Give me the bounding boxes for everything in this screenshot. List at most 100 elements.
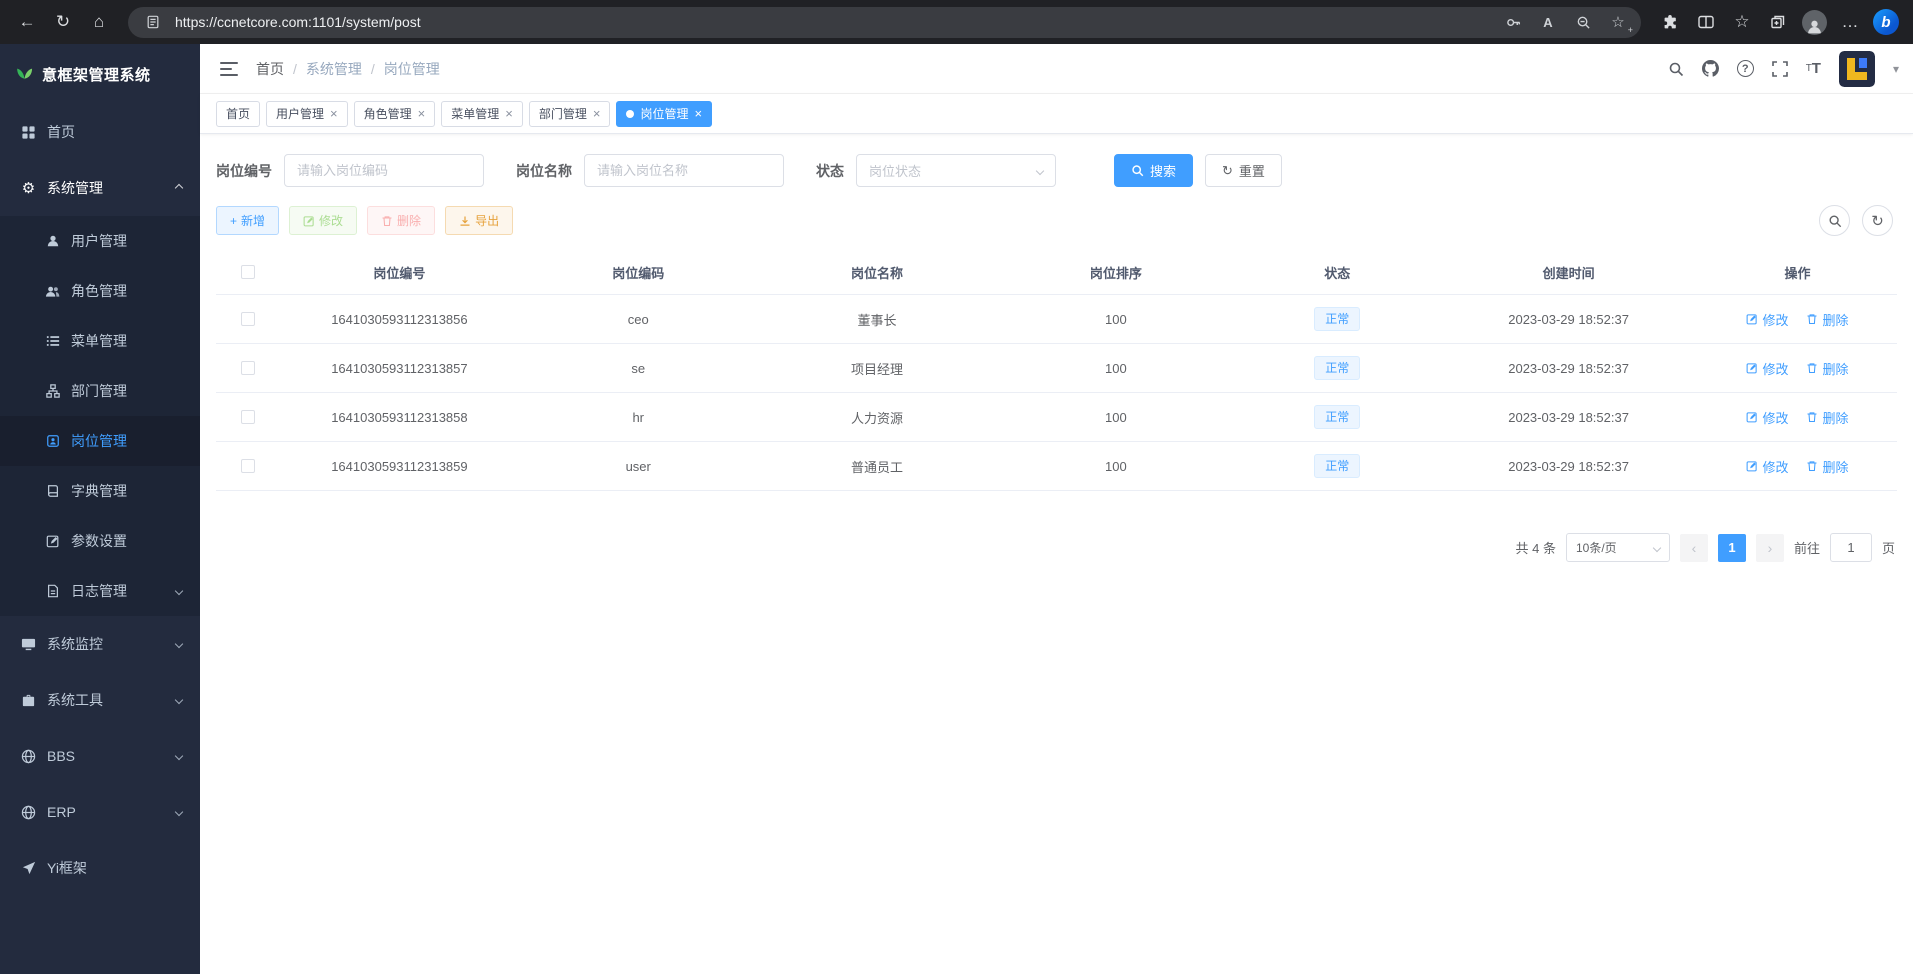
tab-departments[interactable]: 部门管理× — [529, 101, 611, 127]
user-avatar[interactable] — [1839, 51, 1875, 87]
row-delete-link[interactable]: 删除 — [1806, 457, 1848, 476]
address-bar[interactable]: https://ccnetcore.com:1101/system/post A… — [128, 7, 1641, 38]
help-icon[interactable]: ? — [1737, 60, 1754, 77]
select-all-checkbox[interactable] — [241, 265, 255, 279]
sidebar-item-label: Yi框架 — [47, 858, 87, 878]
sidebar-item-label: 岗位管理 — [71, 431, 127, 451]
chevron-down-icon — [175, 587, 183, 595]
sidebar-toggle-icon[interactable] — [220, 62, 238, 76]
tab-roles[interactable]: 角色管理× — [354, 101, 436, 127]
zoom-out-icon[interactable] — [1570, 9, 1596, 35]
tags-view-bar: 首页 用户管理 × 角色管理× 菜单管理× 部门管理× 岗位管理× — [200, 94, 1913, 134]
back-icon[interactable]: ← — [10, 5, 44, 39]
browser-menu-icon[interactable]: … — [1833, 5, 1867, 39]
status-badge: 正常 — [1314, 356, 1360, 380]
post-name-input[interactable] — [597, 163, 771, 178]
github-icon[interactable] — [1702, 60, 1719, 77]
tab-home[interactable]: 首页 — [216, 101, 260, 127]
globe-icon — [20, 749, 37, 764]
row-checkbox[interactable] — [241, 312, 255, 326]
refresh-table-icon[interactable]: ↻ — [1862, 205, 1893, 236]
post-id-input[interactable] — [297, 163, 471, 178]
edit-button[interactable]: 修改 — [289, 206, 357, 235]
sidebar-item-label: 首页 — [47, 122, 75, 142]
edit-button-label: 修改 — [319, 212, 343, 229]
sidebar-item-yi-framework[interactable]: Yi框架 — [0, 840, 200, 896]
row-delete-link[interactable]: 删除 — [1806, 408, 1848, 427]
close-icon[interactable]: × — [593, 107, 601, 120]
delete-button[interactable]: 删除 — [367, 206, 435, 235]
tab-label: 用户管理 — [276, 105, 324, 122]
tab-menus[interactable]: 菜单管理× — [441, 101, 523, 127]
favorites-icon[interactable]: ☆ — [1725, 5, 1759, 39]
read-aloud-icon[interactable]: A — [1535, 9, 1561, 35]
close-icon[interactable]: × — [505, 107, 513, 120]
extensions-icon[interactable] — [1653, 5, 1687, 39]
page-1-button[interactable]: 1 — [1718, 534, 1746, 562]
user-icon — [44, 234, 61, 248]
close-icon[interactable]: × — [694, 107, 702, 120]
sidebar-item-departments[interactable]: 部门管理 — [0, 366, 200, 416]
bing-icon[interactable]: b — [1869, 5, 1903, 39]
sidebar-item-posts[interactable]: 岗位管理 — [0, 416, 200, 466]
header-search-icon[interactable] — [1668, 61, 1684, 77]
row-edit-link[interactable]: 修改 — [1746, 457, 1788, 476]
row-edit-link[interactable]: 修改 — [1746, 359, 1788, 378]
url-text[interactable]: https://ccnetcore.com:1101/system/post — [175, 14, 1491, 30]
row-delete-link[interactable]: 删除 — [1806, 310, 1848, 329]
sidebar-item-system[interactable]: ⚙ 系统管理 — [0, 160, 200, 216]
prev-page-button[interactable]: ‹ — [1680, 534, 1708, 562]
site-info-icon[interactable] — [140, 9, 166, 35]
chevron-down-icon — [175, 696, 183, 704]
split-screen-icon[interactable] — [1689, 5, 1723, 39]
sidebar-item-dictionary[interactable]: 字典管理 — [0, 466, 200, 516]
sidebar-item-users[interactable]: 用户管理 — [0, 216, 200, 266]
breadcrumb-home[interactable]: 首页 — [256, 59, 284, 79]
row-edit-link[interactable]: 修改 — [1746, 408, 1788, 427]
add-button[interactable]: + 新增 — [216, 206, 279, 235]
toggle-search-icon[interactable] — [1819, 205, 1850, 236]
row-edit-link[interactable]: 修改 — [1746, 310, 1788, 329]
send-icon — [20, 861, 37, 875]
page-size-select[interactable]: 10条/页 — [1566, 533, 1670, 562]
row-checkbox[interactable] — [241, 410, 255, 424]
cell-post-id: 1641030593112313857 — [280, 361, 519, 376]
row-checkbox[interactable] — [241, 361, 255, 375]
row-checkbox[interactable] — [241, 459, 255, 473]
browser-home-icon[interactable]: ⌂ — [82, 5, 116, 39]
add-favorite-icon[interactable]: ☆+ — [1605, 9, 1631, 35]
roles-icon — [44, 284, 61, 299]
search-button[interactable]: 搜索 — [1114, 154, 1193, 187]
sidebar-item-tools[interactable]: 系统工具 — [0, 672, 200, 728]
sidebar-item-bbs[interactable]: BBS — [0, 728, 200, 784]
table-row: 1641030593112313857 se 项目经理 100 正常 2023-… — [216, 344, 1897, 393]
sidebar-item-label: 系统监控 — [47, 634, 103, 654]
reload-icon[interactable]: ↻ — [46, 5, 80, 39]
font-size-icon[interactable]: TT — [1806, 60, 1821, 77]
close-icon[interactable]: × — [418, 107, 426, 120]
collections-icon[interactable] — [1761, 5, 1795, 39]
sidebar-item-erp[interactable]: ERP — [0, 784, 200, 840]
close-icon[interactable]: × — [330, 107, 338, 120]
sidebar-item-roles[interactable]: 角色管理 — [0, 266, 200, 316]
password-key-icon[interactable] — [1500, 9, 1526, 35]
reset-button[interactable]: ↻ 重置 — [1205, 154, 1282, 187]
row-delete-link[interactable]: 删除 — [1806, 359, 1848, 378]
sidebar-item-menus[interactable]: 菜单管理 — [0, 316, 200, 366]
sidebar-item-monitoring[interactable]: 系统监控 — [0, 616, 200, 672]
sidebar-item-home[interactable]: 首页 — [0, 104, 200, 160]
fullscreen-icon[interactable] — [1772, 61, 1788, 77]
export-button[interactable]: 导出 — [445, 206, 513, 235]
cell-post-name: 人力资源 — [758, 408, 997, 427]
avatar-caret-icon[interactable]: ▾ — [1893, 62, 1899, 76]
cell-created: 2023-03-29 18:52:37 — [1439, 459, 1698, 474]
browser-profile-avatar[interactable] — [1797, 5, 1831, 39]
next-page-button[interactable]: › — [1756, 534, 1784, 562]
book-icon — [44, 484, 61, 498]
status-select[interactable]: 岗位状态 — [856, 154, 1056, 187]
sidebar-item-parameters[interactable]: 参数设置 — [0, 516, 200, 566]
tab-users[interactable]: 用户管理 × — [266, 101, 348, 127]
tab-posts-active[interactable]: 岗位管理× — [616, 101, 712, 127]
sidebar-item-logs[interactable]: 日志管理 — [0, 566, 200, 616]
goto-page-input[interactable] — [1830, 533, 1872, 562]
